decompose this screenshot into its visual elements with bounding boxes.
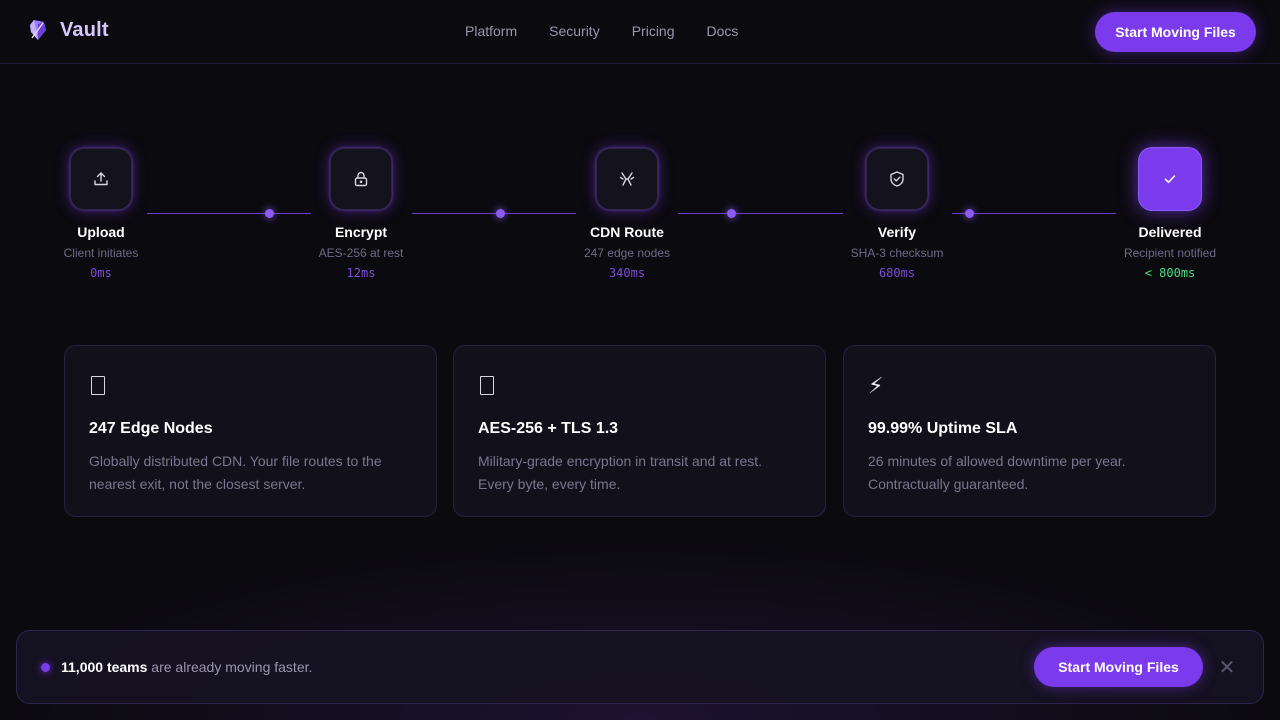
nav-link-platform[interactable]: Platform xyxy=(465,23,517,39)
step-time: < 800ms xyxy=(1144,266,1196,280)
brand-name: Vault xyxy=(60,18,109,41)
verify-step-box xyxy=(866,148,928,210)
top-nav: Vault Platform Security Pricing Docs Sta… xyxy=(0,0,1280,64)
shield-check-icon xyxy=(890,171,904,187)
lightning-icon: ⚡ xyxy=(868,373,884,398)
card-body: Military-grade encryption in transit and… xyxy=(478,453,763,492)
card-title: 247 Edge Nodes xyxy=(89,420,213,437)
brand[interactable]: Vault xyxy=(28,18,109,42)
nav-links: Platform Security Pricing Docs xyxy=(465,23,738,39)
pipeline-step-encrypt: Encrypt AES-256 at rest 12ms xyxy=(291,148,431,280)
pipeline-step-cdn-route: CDN Route 247 edge nodes 340ms xyxy=(557,148,697,280)
banner-message: are already moving faster. xyxy=(147,659,313,675)
step-time: 12ms xyxy=(346,266,376,280)
pipeline-step-upload: Upload Client initiates 0ms xyxy=(31,148,171,280)
nav-link-security[interactable]: Security xyxy=(549,23,600,39)
pipeline-connector xyxy=(678,209,843,218)
delivered-step-box xyxy=(1138,147,1202,211)
step-subtitle: SHA-3 checksum xyxy=(850,246,944,260)
step-time: 680ms xyxy=(878,266,916,280)
route-icon xyxy=(619,172,635,186)
banner-start-moving-files-button[interactable]: Start Moving Files xyxy=(1034,647,1203,687)
nav-link-pricing[interactable]: Pricing xyxy=(632,23,675,39)
step-subtitle: Recipient notified xyxy=(1123,246,1217,260)
empty-box-icon xyxy=(478,372,801,400)
step-title: CDN Route xyxy=(590,224,664,240)
status-dot xyxy=(41,663,50,672)
card-title: 99.99% Uptime SLA xyxy=(868,420,1018,437)
start-moving-files-button[interactable]: Start Moving Files xyxy=(1095,12,1256,52)
pipeline-connector xyxy=(412,209,576,218)
pipeline-connector xyxy=(952,209,1116,218)
packet-dot xyxy=(265,209,274,218)
step-time: 340ms xyxy=(608,266,646,280)
empty-box-icon xyxy=(89,372,412,400)
upload-icon xyxy=(94,172,108,186)
pipeline-connector xyxy=(147,209,311,218)
cdn-route-step-box xyxy=(596,148,658,210)
nav-link-docs[interactable]: Docs xyxy=(707,23,739,39)
card-body: Globally distributed CDN. Your file rout… xyxy=(89,453,382,492)
step-subtitle: 247 edge nodes xyxy=(583,246,671,260)
close-icon[interactable]: ✕ xyxy=(1217,655,1237,679)
banner-highlight: 11,000 teams xyxy=(61,659,148,675)
feature-card-edge-nodes: 247 Edge Nodes Globally distributed CDN.… xyxy=(64,345,437,517)
check-icon xyxy=(1164,175,1176,184)
vault-gem-icon xyxy=(30,20,46,40)
banner-text: 11,000 teams are already moving faster. xyxy=(61,659,312,675)
step-title: Delivered xyxy=(1138,224,1202,240)
step-title: Verify xyxy=(877,224,917,240)
social-proof-banner: 11,000 teams are already moving faster. … xyxy=(16,630,1264,704)
packet-dot xyxy=(496,209,505,218)
feature-card-uptime: ⚡ 99.99% Uptime SLA 26 minutes of allowe… xyxy=(843,345,1216,517)
upload-step-box xyxy=(70,148,132,210)
card-body: 26 minutes of allowed downtime per year.… xyxy=(868,453,1126,492)
pipeline-step-verify: Verify SHA-3 checksum 680ms xyxy=(827,148,967,280)
step-subtitle: Client initiates xyxy=(63,246,139,260)
step-title: Encrypt xyxy=(334,224,388,240)
encrypt-step-box xyxy=(330,148,392,210)
step-subtitle: AES-256 at rest xyxy=(318,246,404,260)
feature-card-encryption: AES-256 + TLS 1.3 Military-grade encrypt… xyxy=(453,345,826,517)
pipeline-step-delivered: Delivered Recipient notified < 800ms xyxy=(1100,147,1240,280)
packet-dot xyxy=(965,209,974,218)
card-title: AES-256 + TLS 1.3 xyxy=(478,420,619,437)
lock-icon xyxy=(354,171,368,187)
step-title: Upload xyxy=(77,224,125,240)
packet-dot xyxy=(727,209,736,218)
step-time: 0ms xyxy=(90,266,112,280)
